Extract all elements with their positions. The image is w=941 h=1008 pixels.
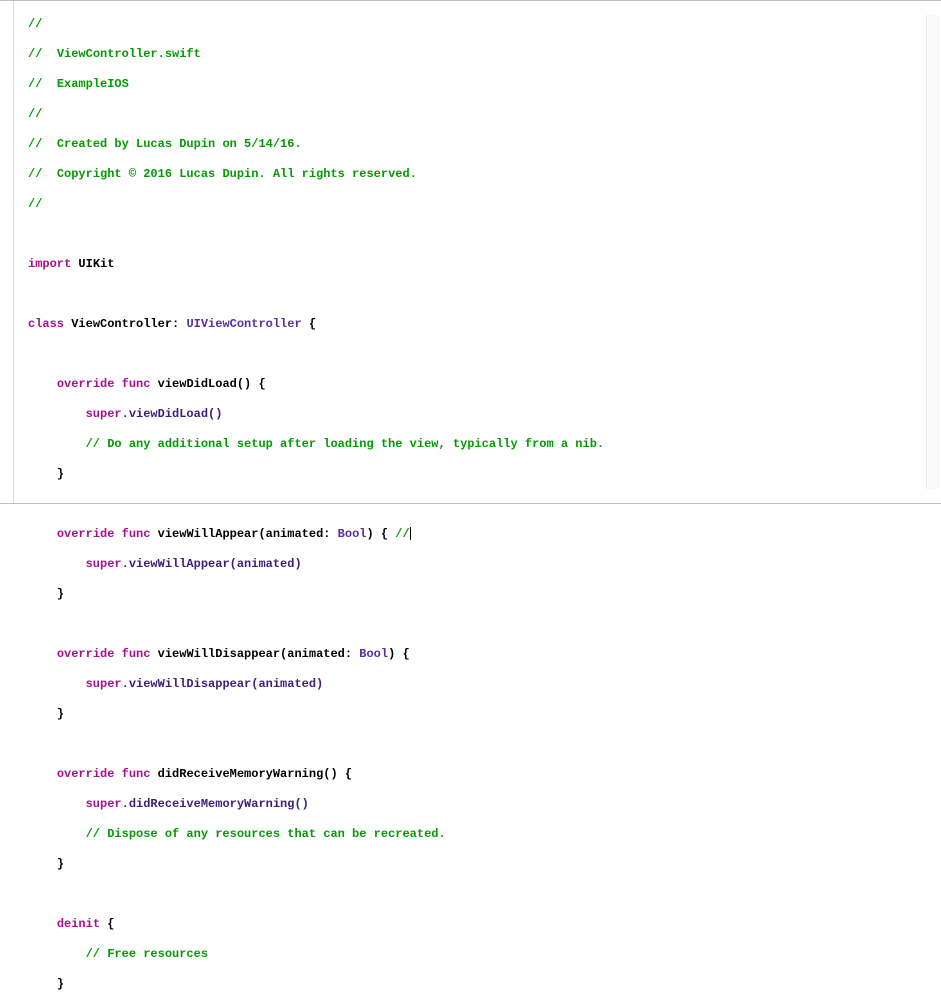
func-keyword: func xyxy=(114,527,150,541)
indent xyxy=(28,827,86,841)
brace: } xyxy=(57,857,64,871)
method-signature: didReceiveMemoryWarning() { xyxy=(150,767,352,781)
indent xyxy=(28,977,57,991)
comment-line: // xyxy=(28,107,42,121)
brace: { xyxy=(302,317,316,331)
super-keyword: super xyxy=(86,407,122,421)
comment-line: // Created by Lucas Dupin on 5/14/16. xyxy=(28,137,302,151)
comment-line: // Do any additional setup after loading… xyxy=(86,437,604,451)
override-keyword: override xyxy=(57,377,115,391)
indent xyxy=(28,527,57,541)
override-keyword: override xyxy=(57,647,115,661)
brace: } xyxy=(57,707,64,721)
text-cursor xyxy=(410,527,411,540)
comment-line: // ExampleIOS xyxy=(28,77,129,91)
super-keyword: super xyxy=(86,797,122,811)
bool-type: Bool xyxy=(338,527,367,541)
bool-type: Bool xyxy=(359,647,388,661)
indent xyxy=(28,677,86,691)
brace: { xyxy=(100,917,114,931)
comment-line: // Free resources xyxy=(86,947,208,961)
indent xyxy=(28,557,86,571)
func-keyword: func xyxy=(114,377,150,391)
indent xyxy=(28,767,57,781)
indent xyxy=(28,647,57,661)
class-name: ViewController: xyxy=(64,317,186,331)
method-signature: ) { xyxy=(366,527,395,541)
func-keyword: func xyxy=(114,767,150,781)
indent xyxy=(28,947,86,961)
comment-line: // Copyright © 2016 Lucas Dupin. All rig… xyxy=(28,167,417,181)
editor-gutter xyxy=(0,1,14,503)
indent xyxy=(28,707,57,721)
brace: } xyxy=(57,467,64,481)
indent xyxy=(28,437,86,451)
vertical-scrollbar[interactable] xyxy=(926,15,940,489)
import-keyword: import xyxy=(28,257,71,271)
method-call: .didReceiveMemoryWarning() xyxy=(122,797,309,811)
code-content[interactable]: // // ViewController.swift // ExampleIOS… xyxy=(14,1,941,503)
method-signature: viewDidLoad() { xyxy=(150,377,265,391)
method-call: .viewDidLoad() xyxy=(122,407,223,421)
func-keyword: func xyxy=(114,647,150,661)
super-keyword: super xyxy=(86,557,122,571)
superclass-type: UIViewController xyxy=(186,317,301,331)
comment-trail: // xyxy=(395,527,409,541)
comment-line: // xyxy=(28,17,42,31)
deinit-keyword: deinit xyxy=(57,917,100,931)
method-signature: viewWillAppear(animated: xyxy=(150,527,337,541)
brace: } xyxy=(57,587,64,601)
code-editor[interactable]: // // ViewController.swift // ExampleIOS… xyxy=(0,0,941,504)
indent xyxy=(28,797,86,811)
method-call: .viewWillAppear(animated) xyxy=(122,557,302,571)
override-keyword: override xyxy=(57,767,115,781)
method-signature: ) { xyxy=(388,647,410,661)
indent xyxy=(28,467,57,481)
indent xyxy=(28,587,57,601)
override-keyword: override xyxy=(57,527,115,541)
indent xyxy=(28,377,57,391)
indent xyxy=(28,407,86,421)
class-keyword: class xyxy=(28,317,64,331)
indent xyxy=(28,857,57,871)
comment-line: // ViewController.swift xyxy=(28,47,201,61)
comment-line: // xyxy=(28,197,42,211)
method-call: .viewWillDisappear(animated) xyxy=(122,677,324,691)
indent xyxy=(28,917,57,931)
super-keyword: super xyxy=(86,677,122,691)
brace: } xyxy=(57,977,64,991)
method-signature: viewWillDisappear(animated: xyxy=(150,647,359,661)
import-module: UIKit xyxy=(71,257,114,271)
comment-line: // Dispose of any resources that can be … xyxy=(86,827,446,841)
